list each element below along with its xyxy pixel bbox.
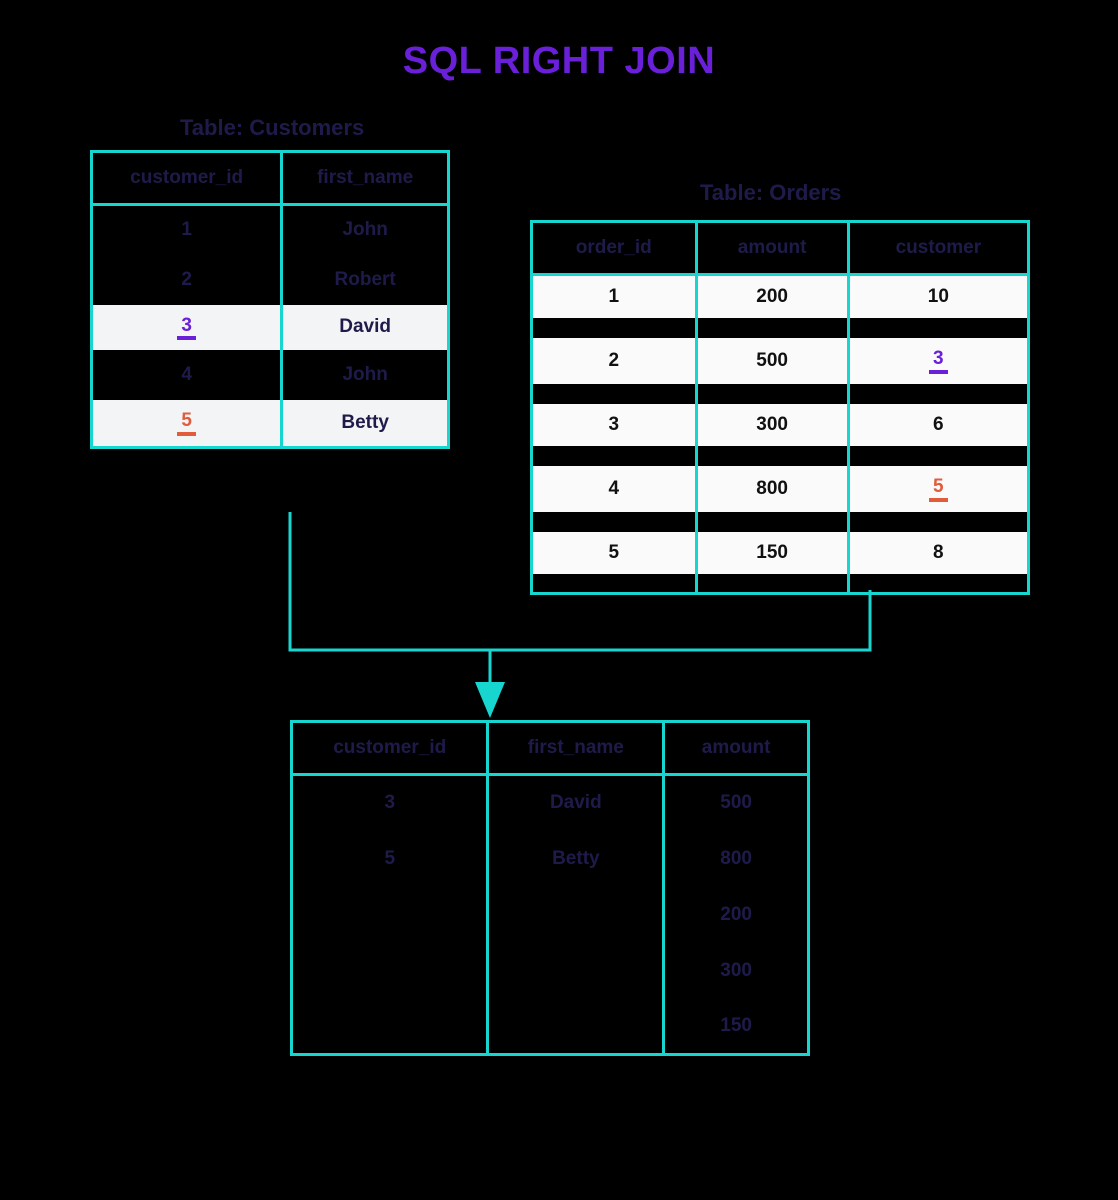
- orders-cell-customer: 5: [848, 466, 1028, 512]
- result-cell-amount: 200: [664, 887, 809, 943]
- row-gap: [532, 512, 1029, 532]
- result-cell-first_name: David: [488, 775, 664, 831]
- result-cell-amount: 150: [664, 999, 809, 1055]
- result-cell-customer_id: [292, 943, 488, 999]
- orders-cell-amount: 300: [696, 404, 848, 446]
- table-row: 3David500: [292, 775, 809, 831]
- customers-cell-name: Robert: [282, 255, 449, 305]
- result-cell-customer_id: 5: [292, 831, 488, 887]
- orders-cell-order_id: 3: [532, 404, 697, 446]
- row-gap: [532, 574, 1029, 594]
- orders-cell-amount: 200: [696, 275, 848, 319]
- result-col-0: customer_id: [292, 722, 488, 775]
- orders-cell-order_id: 2: [532, 338, 697, 384]
- orders-col-0: order_id: [532, 222, 697, 275]
- customers-table-label: Table: Customers: [180, 115, 364, 141]
- result-cell-first_name: [488, 943, 664, 999]
- result-cell-first_name: Betty: [488, 831, 664, 887]
- result-cell-customer_id: [292, 887, 488, 943]
- customers-cell-id: 3: [92, 305, 282, 351]
- table-row: 48005: [532, 466, 1029, 512]
- orders-col-1: amount: [696, 222, 848, 275]
- result-cell-customer_id: [292, 999, 488, 1055]
- result-cell-amount: 500: [664, 775, 809, 831]
- result-cell-first_name: [488, 887, 664, 943]
- table-row: 300: [292, 943, 809, 999]
- orders-cell-customer: 6: [848, 404, 1028, 446]
- table-row: 150: [292, 999, 809, 1055]
- orders-table: order_id amount customer 120010250033300…: [530, 220, 1030, 595]
- orders-cell-amount: 800: [696, 466, 848, 512]
- orders-cell-customer: 3: [848, 338, 1028, 384]
- customers-table: customer_id first_name 1John2Robert3Davi…: [90, 150, 450, 449]
- row-gap: [532, 384, 1029, 404]
- orders-cell-order_id: 5: [532, 532, 697, 574]
- table-row: 5Betty800: [292, 831, 809, 887]
- result-cell-first_name: [488, 999, 664, 1055]
- table-row: 4John: [92, 350, 449, 400]
- page-title: SQL RIGHT JOIN: [0, 0, 1118, 83]
- customers-col-0: customer_id: [92, 152, 282, 205]
- table-row: 2Robert: [92, 255, 449, 305]
- orders-cell-order_id: 1: [532, 275, 697, 319]
- table-row: 33006: [532, 404, 1029, 446]
- orders-cell-order_id: 4: [532, 466, 697, 512]
- result-col-2: amount: [664, 722, 809, 775]
- result-col-1: first_name: [488, 722, 664, 775]
- customers-cell-id: 4: [92, 350, 282, 400]
- table-row: 200: [292, 887, 809, 943]
- orders-table-label: Table: Orders: [700, 180, 841, 206]
- customers-cell-name: David: [282, 305, 449, 351]
- orders-col-2: customer: [848, 222, 1028, 275]
- customers-cell-name: John: [282, 205, 449, 255]
- result-cell-amount: 300: [664, 943, 809, 999]
- customers-cell-name: John: [282, 350, 449, 400]
- result-table: customer_id first_name amount 3David5005…: [290, 720, 810, 1056]
- table-row: 120010: [532, 275, 1029, 319]
- table-row: 1John: [92, 205, 449, 255]
- customers-cell-id: 1: [92, 205, 282, 255]
- table-row: 51508: [532, 532, 1029, 574]
- customers-cell-id: 5: [92, 400, 282, 447]
- table-row: 5Betty: [92, 400, 449, 447]
- customers-cell-id: 2: [92, 255, 282, 305]
- customers-cell-name: Betty: [282, 400, 449, 447]
- row-gap: [532, 318, 1029, 338]
- orders-cell-customer: 8: [848, 532, 1028, 574]
- result-cell-amount: 800: [664, 831, 809, 887]
- row-gap: [532, 446, 1029, 466]
- table-row: 3David: [92, 305, 449, 351]
- result-cell-customer_id: 3: [292, 775, 488, 831]
- customers-col-1: first_name: [282, 152, 449, 205]
- orders-cell-amount: 150: [696, 532, 848, 574]
- table-row: 25003: [532, 338, 1029, 384]
- orders-cell-customer: 10: [848, 275, 1028, 319]
- orders-cell-amount: 500: [696, 338, 848, 384]
